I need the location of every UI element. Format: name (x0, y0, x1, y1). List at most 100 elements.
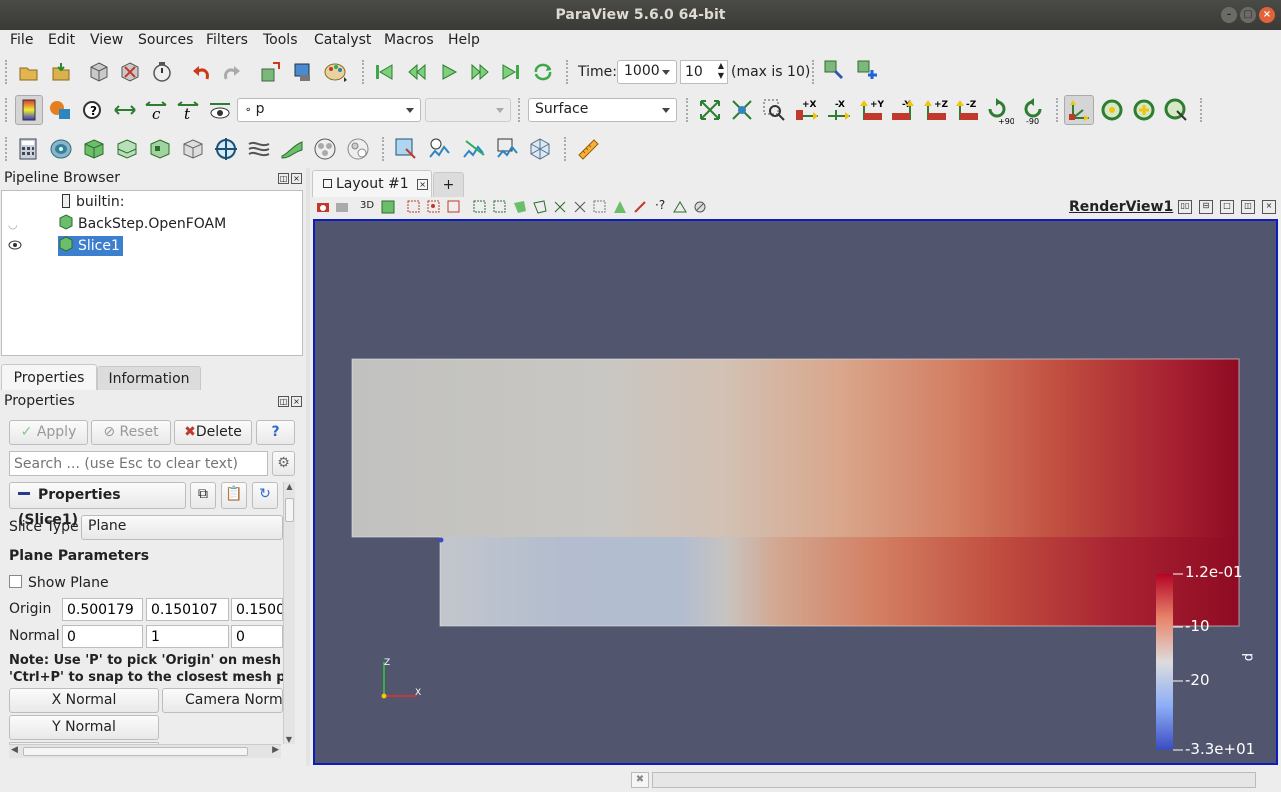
representation-select[interactable]: Surface (528, 98, 677, 122)
tab-information[interactable]: Information (97, 366, 201, 390)
slice-type-select[interactable]: Plane (81, 515, 283, 540)
clear-selection-icon[interactable] (693, 200, 707, 214)
toggle-3d-button[interactable]: 3D (360, 200, 374, 211)
camera-undo-icon[interactable] (335, 200, 349, 214)
panel-close-icon[interactable]: × (291, 396, 302, 407)
palette-icon[interactable] (324, 60, 348, 84)
origin-y-input[interactable] (146, 598, 229, 621)
minimize-icon[interactable]: – (1221, 7, 1237, 23)
select-points-through-icon[interactable] (493, 200, 507, 214)
reset-session-icon[interactable] (258, 60, 282, 84)
open-icon[interactable] (17, 60, 41, 84)
menu-tools[interactable]: Tools (263, 32, 298, 48)
toggle-color-legend-icon[interactable] (15, 95, 43, 125)
x-normal-button[interactable]: X Normal (9, 688, 159, 713)
time-index-spinbox[interactable]: 10 ▲ ▼ (680, 60, 728, 84)
slice-icon[interactable] (115, 137, 139, 161)
extract-selection-icon[interactable] (394, 137, 418, 161)
interactive-select-points-icon[interactable] (573, 200, 587, 214)
y-normal-button[interactable]: Y Normal (9, 715, 159, 740)
show-orientation-axes-icon[interactable] (1064, 95, 1094, 125)
spin-arrows-icon[interactable]: ▲ ▼ (718, 61, 724, 81)
tab-properties[interactable]: Properties (1, 364, 97, 390)
scroll-thumb[interactable] (285, 498, 294, 522)
show-center-icon[interactable] (1100, 98, 1124, 122)
visibility-toggle-visible[interactable] (8, 236, 22, 256)
color-legend-bar[interactable] (1156, 574, 1173, 750)
last-frame-icon[interactable] (499, 60, 523, 84)
select-frustum-icon[interactable] (447, 200, 461, 214)
maximize-icon[interactable]: □ (1240, 7, 1256, 23)
view-minus-y-icon[interactable]: -Y (890, 98, 918, 122)
rescale-custom-c-icon[interactable]: c (144, 98, 168, 122)
copy-button[interactable]: ⧉ (190, 482, 216, 509)
scroll-right-icon[interactable]: ▶ (272, 745, 279, 755)
clip-icon[interactable] (82, 137, 106, 161)
search-input[interactable] (9, 451, 268, 476)
view-minus-x-icon[interactable]: -X (826, 98, 854, 122)
reset-center-icon[interactable] (1132, 98, 1156, 122)
show-plane-checkbox[interactable] (9, 575, 22, 588)
extract-level-icon[interactable] (346, 137, 370, 161)
auto-apply-icon[interactable] (150, 60, 174, 84)
maximize-view-icon[interactable]: □ (1220, 200, 1234, 214)
menu-macros[interactable]: Macros (384, 32, 434, 48)
delete-button[interactable]: ✖Delete (174, 420, 252, 445)
add-camera-link-icon[interactable] (855, 58, 879, 82)
view-plus-x-icon[interactable]: +X (794, 98, 822, 122)
help-button[interactable]: ? (256, 420, 295, 445)
properties-horizontal-scrollbar[interactable]: ◀ ▶ (9, 744, 281, 758)
capture-image-icon[interactable] (316, 200, 330, 214)
undock-icon[interactable]: ◫ (278, 173, 289, 184)
plot-over-line-icon[interactable] (462, 137, 486, 161)
contour-icon[interactable] (49, 137, 73, 161)
view-plus-y-icon[interactable]: +Y (858, 98, 886, 122)
menu-filters[interactable]: Filters (206, 32, 248, 48)
interactive-select-cells-icon[interactable] (553, 200, 567, 214)
abort-icon[interactable]: ✖ (631, 772, 649, 788)
properties-vertical-scrollbar[interactable]: ▲ ▼ (283, 482, 295, 744)
pick-center-icon[interactable] (1164, 98, 1188, 122)
tab-layout-1[interactable]: Layout #1 × (312, 170, 432, 197)
undock-icon[interactable]: ◫ (278, 396, 289, 407)
normal-z-input[interactable] (231, 625, 283, 648)
menu-edit[interactable]: Edit (48, 32, 75, 48)
section-toggle-properties[interactable]: Properties (Slice1) (9, 482, 186, 528)
find-data-icon[interactable] (822, 58, 846, 82)
scroll-left-icon[interactable]: ◀ (11, 745, 18, 755)
disconnect-icon[interactable] (118, 60, 142, 84)
rescale-temporal-icon[interactable]: t (176, 98, 200, 122)
threshold-icon[interactable] (148, 137, 172, 161)
undock-view-icon[interactable]: ◫ (1241, 200, 1255, 214)
color-array-select[interactable]: ⚬ p (237, 98, 421, 122)
origin-z-input[interactable] (231, 598, 283, 621)
next-frame-icon[interactable] (468, 60, 492, 84)
grow-selection-icon[interactable] (633, 200, 647, 214)
zoom-to-box-icon[interactable] (762, 98, 786, 122)
undo-icon[interactable] (189, 60, 213, 84)
query-help-icon[interactable]: ·? (655, 198, 665, 212)
component-select[interactable] (425, 98, 511, 122)
extract-subset-icon[interactable] (181, 137, 205, 161)
save-screenshot-icon[interactable] (291, 60, 315, 84)
plot-selection-over-time-icon[interactable] (428, 137, 452, 161)
previous-frame-icon[interactable] (405, 60, 429, 84)
tree-item-builtin[interactable]: builtin: (62, 192, 125, 212)
shrink-selection-icon[interactable] (673, 200, 687, 214)
render-view[interactable]: Z X 1.2e-01 -10 -20 -3.3e+01 p (313, 219, 1278, 765)
edit-colormap-icon[interactable] (48, 98, 72, 122)
close-tab-icon[interactable]: × (417, 179, 429, 190)
connect-icon[interactable] (87, 60, 111, 84)
hover-cells-icon[interactable] (613, 200, 627, 214)
plot-data-icon[interactable] (496, 137, 520, 161)
view-plus-z-icon[interactable]: +Z (922, 98, 950, 122)
normal-x-input[interactable] (62, 625, 143, 648)
origin-x-input[interactable] (62, 598, 143, 621)
scroll-thumb-horizontal[interactable] (23, 747, 248, 756)
menu-sources[interactable]: Sources (138, 32, 193, 48)
reset-button[interactable]: ⊘ Reset (91, 420, 171, 445)
glyph-icon[interactable] (214, 137, 238, 161)
close-icon[interactable]: × (1259, 7, 1275, 23)
load-state-icon[interactable] (49, 60, 73, 84)
split-vertical-icon[interactable]: ⊟ (1199, 200, 1213, 214)
